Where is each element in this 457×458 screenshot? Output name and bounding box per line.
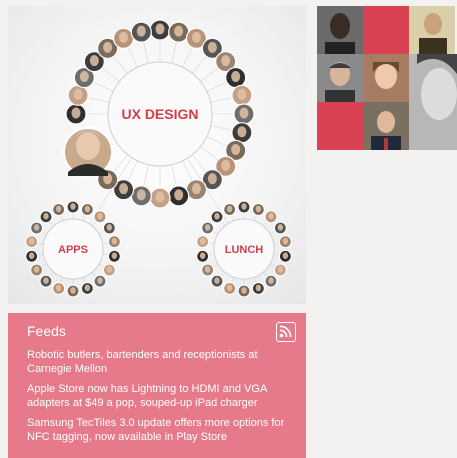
person-photo (409, 6, 455, 54)
person-photo (317, 6, 363, 54)
contact-avatar[interactable] (168, 21, 190, 43)
contact-avatar[interactable] (107, 249, 121, 263)
contact-avatar[interactable] (264, 274, 278, 288)
contact-avatar[interactable] (65, 103, 87, 125)
person-photo (409, 54, 457, 150)
contact-avatar[interactable] (273, 221, 287, 235)
contact-avatar[interactable] (93, 210, 107, 224)
contact-avatar[interactable] (107, 235, 121, 249)
featured-person-avatar[interactable] (63, 127, 113, 177)
contact-avatar[interactable] (67, 84, 89, 106)
feed-item[interactable]: Robotic butlers, bartenders and receptio… (27, 349, 302, 376)
hub-label-apps: APPS (58, 244, 88, 256)
contact-avatar[interactable] (112, 27, 135, 49)
contact-avatar[interactable] (39, 210, 53, 224)
contact-avatar[interactable] (25, 249, 39, 263)
contact-avatar[interactable] (225, 66, 247, 89)
contact-avatar[interactable] (66, 284, 80, 298)
person-photo (363, 54, 409, 102)
feed-list: Robotic butlers, bartenders and receptio… (27, 349, 302, 451)
contact-avatar[interactable] (264, 210, 278, 224)
contact-avatar[interactable] (168, 185, 190, 207)
contact-avatar[interactable] (196, 249, 210, 263)
contact-avatar[interactable] (52, 202, 66, 217)
contact-avatar[interactable] (102, 221, 116, 235)
feed-item[interactable]: Apple Store now has Lightning to HDMI an… (27, 383, 302, 410)
social-graph: UX DESIGN APPS LUNCH (25, 19, 292, 298)
contact-avatar[interactable] (210, 210, 224, 224)
contact-avatar[interactable] (149, 187, 171, 209)
feed-item[interactable]: Samsung TecTiles 3.0 update offers more … (27, 417, 302, 444)
accent-tile (363, 6, 409, 54)
contact-avatar[interactable] (52, 281, 66, 296)
contact-avatar[interactable] (39, 274, 53, 288)
feeds-title: Feeds (27, 323, 66, 339)
contact-avatar[interactable] (223, 281, 237, 296)
contact-avatar[interactable] (80, 202, 94, 217)
contact-avatar[interactable] (273, 263, 287, 277)
contact-avatar[interactable] (130, 21, 152, 43)
contact-avatar[interactable] (251, 281, 265, 296)
contact-avatar[interactable] (201, 263, 215, 277)
contact-avatar[interactable] (237, 200, 251, 214)
social-graph-tile[interactable]: UX DESIGN APPS LUNCH (8, 6, 306, 304)
accent-tile (317, 102, 363, 150)
contact-avatar[interactable] (80, 281, 94, 296)
contact-avatar[interactable] (278, 249, 292, 263)
people-photos-tile[interactable] (317, 6, 457, 150)
contact-avatar[interactable] (231, 84, 253, 106)
person-photo (363, 102, 409, 150)
contact-avatar[interactable] (251, 202, 265, 217)
person-photo (317, 54, 363, 102)
contact-avatar[interactable] (231, 122, 253, 144)
contact-avatar[interactable] (93, 274, 107, 288)
contact-avatar[interactable] (201, 221, 215, 235)
contact-avatar[interactable] (278, 235, 292, 249)
contact-avatar[interactable] (210, 274, 224, 288)
hub-label-lunch: LUNCH (225, 244, 264, 256)
contact-avatar[interactable] (223, 202, 237, 217)
contact-avatar[interactable] (149, 19, 171, 41)
contact-avatar[interactable] (66, 200, 80, 214)
contact-avatar[interactable] (233, 103, 255, 125)
contact-avatar[interactable] (25, 235, 39, 249)
feeds-tile[interactable]: Feeds Robotic butlers, bartenders and re… (8, 313, 306, 458)
contact-avatar[interactable] (185, 179, 208, 201)
contact-avatar[interactable] (102, 263, 116, 277)
contact-avatar[interactable] (30, 263, 44, 277)
rss-icon (276, 322, 296, 342)
hub-label-ux-design: UX DESIGN (121, 106, 198, 122)
contact-avatar[interactable] (237, 284, 251, 298)
contact-avatar[interactable] (130, 185, 152, 207)
contact-avatar[interactable] (196, 235, 210, 249)
contact-avatar[interactable] (30, 221, 44, 235)
